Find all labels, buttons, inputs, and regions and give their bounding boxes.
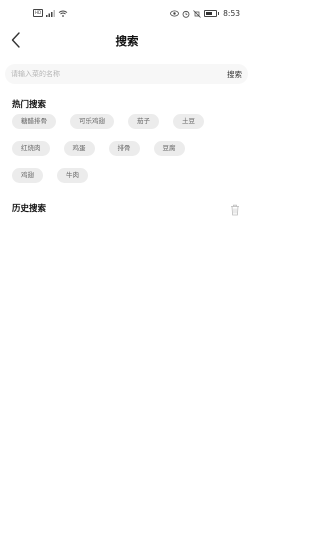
sim-icon: HD [33, 9, 43, 17]
search-input[interactable] [11, 66, 191, 82]
header: 搜索 [0, 26, 254, 56]
signal-icon [46, 9, 55, 17]
tag-row: 糖醋排骨 可乐鸡翅 茄子 土豆 [12, 114, 244, 129]
history-search-title: 历史搜索 [12, 204, 47, 214]
hot-search-tags: 糖醋排骨 可乐鸡翅 茄子 土豆 红烧肉 鸡蛋 排骨 豆腐 鸡翅 牛肉 [12, 114, 244, 195]
hot-tag[interactable]: 排骨 [108, 141, 140, 156]
hot-tag[interactable]: 鸡蛋 [63, 141, 95, 156]
hot-tag[interactable]: 可乐鸡翅 [70, 114, 114, 129]
page-title: 搜索 [115, 34, 139, 48]
search-button[interactable]: 搜索 [227, 69, 242, 80]
hot-tag[interactable]: 土豆 [173, 114, 204, 129]
status-left: HD [33, 9, 68, 17]
wifi-icon [58, 10, 68, 17]
hot-search-title: 热门搜索 [12, 100, 47, 110]
search-bar: 搜索 [5, 64, 248, 84]
hot-tag[interactable]: 红烧肉 [12, 141, 50, 156]
hot-tag[interactable]: 牛肉 [57, 168, 88, 183]
battery-icon [204, 10, 220, 17]
hot-tag[interactable]: 鸡翅 [12, 168, 43, 183]
trash-icon [231, 204, 239, 216]
status-bar: HD 8:53 [0, 0, 254, 26]
tag-row: 红烧肉 鸡蛋 排骨 豆腐 [12, 141, 244, 156]
tag-row: 鸡翅 牛肉 [12, 168, 244, 183]
status-time: 8:53 [223, 9, 240, 18]
hot-tag[interactable]: 糖醋排骨 [12, 114, 56, 129]
alarm-icon [182, 10, 190, 18]
hot-tag[interactable]: 茄子 [128, 114, 159, 129]
hot-tag[interactable]: 豆腐 [153, 141, 185, 156]
mute-icon [193, 9, 201, 18]
status-right: 8:53 [170, 9, 240, 18]
clear-history-button[interactable] [230, 201, 240, 216]
eye-icon [170, 10, 180, 17]
